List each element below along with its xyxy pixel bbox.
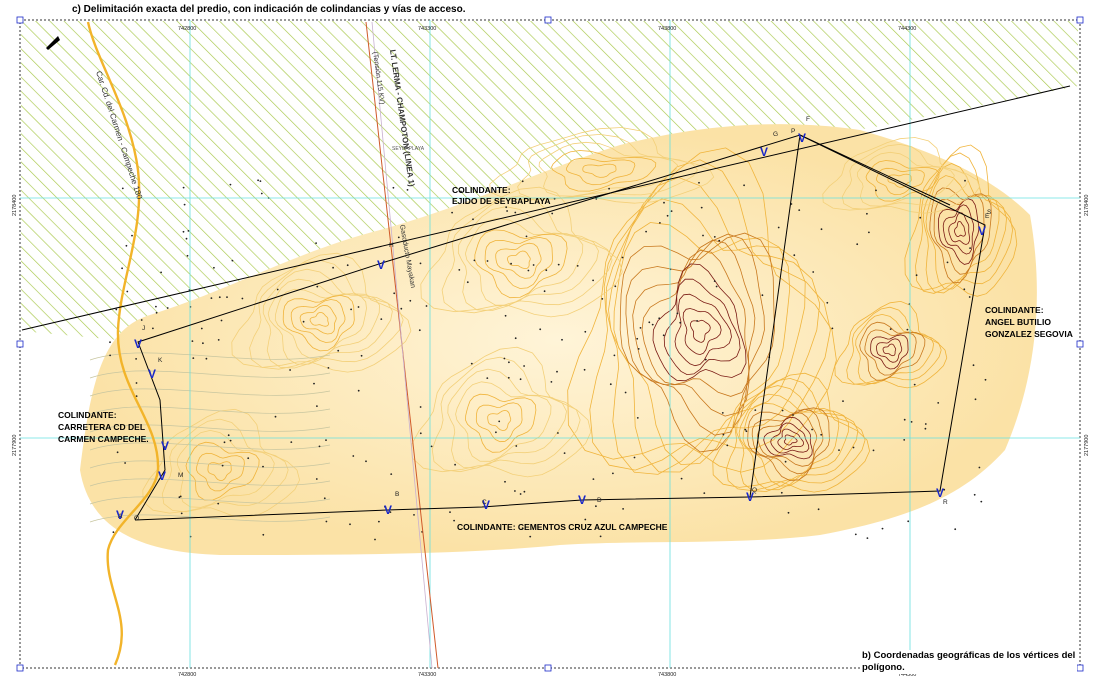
vertex-marker-icon: V (978, 224, 986, 238)
frame-handle (544, 664, 552, 672)
map-canvas: Car. Cd. del Carmen - Campeche 180 LT. L… (12, 16, 1090, 678)
map-sheet: c) Delimitación exacta del predio, con i… (0, 0, 1093, 682)
grid-x-label-top: 743800 (658, 26, 676, 32)
vertex-marker-icon: V (161, 439, 169, 453)
grid-y-label-right: 2178400 (1084, 195, 1090, 216)
vertex-label: C (482, 499, 487, 506)
vertex-marker-icon: V (377, 258, 385, 272)
svg-text:COLINDANTE:: COLINDANTE: (985, 305, 1044, 315)
svg-text:COLINDANTE: CEMENTOS CRUZ AZUL: COLINDANTE: CEMENTOS CRUZ AZUL CAMPECHE (457, 522, 668, 532)
vertex-label: H (389, 242, 394, 249)
vertex-marker-icon: V (760, 145, 768, 159)
vertex-label: B (395, 491, 399, 498)
vertex-marker-icon: V (798, 131, 806, 145)
vertex-label: O (134, 515, 139, 522)
vertex-label: S (987, 209, 992, 216)
svg-text:COLINDANTE:: COLINDANTE: (58, 410, 117, 420)
vertex-marker-icon: V (134, 337, 142, 351)
vertex-marker-icon: V (158, 469, 166, 483)
vertex-marker-icon: V (936, 486, 944, 500)
svg-text:CARMEN CAMPECHE.: CARMEN CAMPECHE. (58, 434, 149, 444)
vertex-label: P (791, 128, 795, 135)
vertex-label: J (142, 325, 145, 332)
svg-text:GONZALEZ SEGOVIA: GONZALEZ SEGOVIA (985, 329, 1073, 339)
frame-handle (1076, 664, 1084, 672)
vertex-label: M (178, 472, 183, 479)
vertex-label: K (158, 357, 163, 364)
frame-handle (16, 16, 24, 24)
grid-x-label-top: 742800 (178, 26, 196, 32)
frame-handle (16, 664, 24, 672)
vertex-label: F (806, 116, 810, 123)
vertex-label: G (773, 131, 778, 138)
svg-text:CARRETERA CD DEL: CARRETERA CD DEL (58, 422, 145, 432)
grid-y-label-left: 2177900 (12, 435, 18, 456)
grid-x-label-bottom: 743800 (658, 672, 676, 678)
grid-x-label-bottom: 743300 (418, 672, 436, 678)
vertex-label: A (118, 513, 123, 520)
frame-handle (1076, 16, 1084, 24)
frame-handle (544, 16, 552, 24)
grid-x-label-bottom: 742800 (178, 672, 196, 678)
svg-text:COLINDANTE:: COLINDANTE: (452, 185, 511, 195)
colindancia-cementos: COLINDANTE: CEMENTOS CRUZ AZUL CAMPECHE (457, 522, 668, 532)
frame-handle (16, 340, 24, 348)
vertex-label: Q (752, 487, 757, 494)
grid-x-label-top: 744300 (898, 26, 916, 32)
sheet-heading: c) Delimitación exacta del predio, con i… (72, 4, 466, 15)
svg-text:EJIDO DE SEYBAPLAYA: EJIDO DE SEYBAPLAYA (452, 196, 551, 206)
svg-text:ANGEL BUTILIO: ANGEL BUTILIO (985, 317, 1051, 327)
frame-handle (1076, 340, 1084, 348)
vertex-marker-icon: V (578, 493, 586, 507)
vertex-marker-icon: V (148, 367, 156, 381)
seybaplaya-small-label: SEYBAPLAYA (392, 146, 425, 152)
grid-y-label-left: 2178400 (12, 195, 18, 216)
vertex-label: R (943, 499, 948, 506)
vertex-marker-icon: V (384, 503, 392, 517)
grid-y-label-right: 2177900 (1084, 435, 1090, 456)
vertices-caption: b) Coordenadas geográficas de los vértic… (862, 650, 1077, 674)
grid-x-label-top: 743300 (418, 26, 436, 32)
vertex-label: D (597, 497, 602, 504)
